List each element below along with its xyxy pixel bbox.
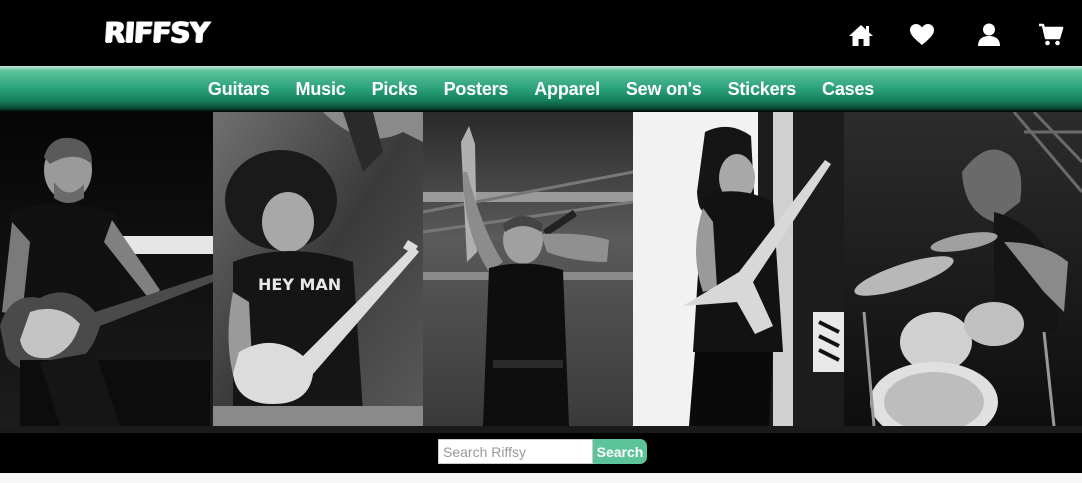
photo-guitarist-curly: HEY MAN xyxy=(213,112,423,426)
logo-text: RIFFSY xyxy=(102,15,210,49)
nav-item-picks[interactable]: Picks xyxy=(372,79,418,100)
svg-text:HEY MAN: HEY MAN xyxy=(258,275,341,294)
cart-icon[interactable] xyxy=(1038,22,1064,48)
user-icon[interactable] xyxy=(976,22,1002,48)
hero-photo-banner: HEY MAN xyxy=(0,112,1082,426)
nav-item-stickers[interactable]: Stickers xyxy=(728,79,797,100)
photo-bassist xyxy=(0,112,213,426)
main-nav: Guitars Music Picks Posters Apparel Sew … xyxy=(0,66,1082,112)
search-input[interactable] xyxy=(438,439,593,464)
nav-item-music[interactable]: Music xyxy=(296,79,346,100)
riffsy-logo[interactable]: RIFFSY xyxy=(102,14,210,50)
photo-drummer xyxy=(844,112,1082,426)
photo-singer xyxy=(423,112,633,426)
nav-item-guitars[interactable]: Guitars xyxy=(208,79,270,100)
banner-divider xyxy=(0,426,1082,433)
home-icon[interactable] xyxy=(848,22,874,48)
heart-icon[interactable] xyxy=(909,22,935,48)
nav-item-posters[interactable]: Posters xyxy=(444,79,509,100)
photo-flying-v-guitarist xyxy=(633,112,844,426)
page-bottom xyxy=(0,473,1082,483)
search-button[interactable]: Search xyxy=(593,439,647,464)
top-bar: RIFFSY xyxy=(0,0,1082,66)
nav-item-apparel[interactable]: Apparel xyxy=(534,79,600,100)
nav-item-sew-ons[interactable]: Sew on's xyxy=(626,79,702,100)
nav-item-cases[interactable]: Cases xyxy=(822,79,874,100)
